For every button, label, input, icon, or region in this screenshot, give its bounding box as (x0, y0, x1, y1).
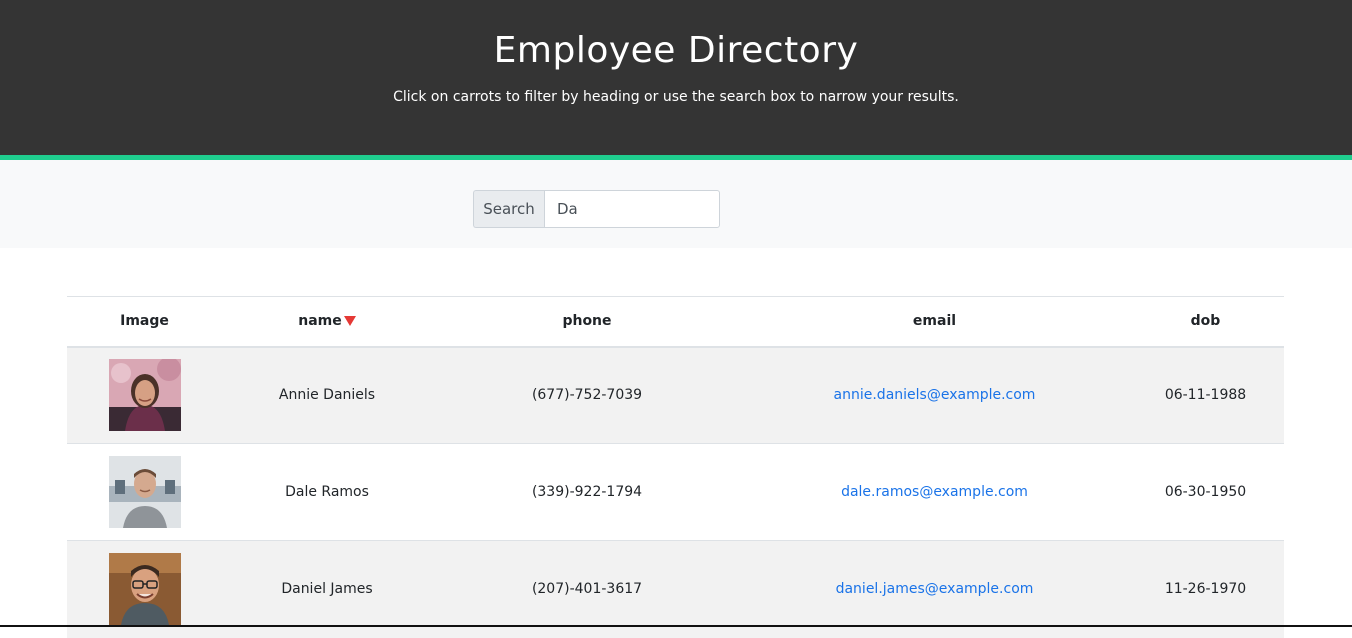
sort-caret-down-icon[interactable] (343, 316, 356, 327)
column-header-name[interactable]: name (222, 296, 432, 348)
search-bar: Search (0, 160, 1352, 248)
search-label: Search (473, 190, 544, 228)
email-link[interactable]: daniel.james@example.com (836, 581, 1034, 597)
image-cell (67, 540, 222, 638)
table-row: Dale Ramos (339)-922-1794 dale.ramos@exa… (67, 443, 1284, 541)
avatar (108, 359, 181, 432)
page-header: Employee Directory Click on carrots to f… (0, 0, 1352, 155)
email-link[interactable]: annie.daniels@example.com (834, 387, 1036, 403)
search-input[interactable] (544, 190, 720, 228)
employee-table-container: Image name phone email dob Annie Daniels… (67, 296, 1284, 638)
email-cell: dale.ramos@example.com (742, 443, 1127, 541)
dob-cell: 11-26-1970 (1127, 540, 1284, 638)
table-row: Annie Daniels (677)-752-7039 annie.danie… (67, 346, 1284, 444)
table-row: Daniel James (207)-401-3617 daniel.james… (67, 540, 1284, 638)
name-cell: Daniel James (222, 540, 432, 638)
dob-cell: 06-30-1950 (1127, 443, 1284, 541)
phone-cell: (207)-401-3617 (432, 540, 742, 638)
email-cell: annie.daniels@example.com (742, 346, 1127, 444)
name-cell: Dale Ramos (222, 443, 432, 541)
page-subtitle: Click on carrots to filter by heading or… (393, 89, 959, 105)
phone-cell: (677)-752-7039 (432, 346, 742, 444)
image-cell (67, 443, 222, 541)
column-header-name-label[interactable]: name (298, 313, 342, 329)
avatar (108, 553, 181, 626)
phone-cell: (339)-922-1794 (432, 443, 742, 541)
name-cell: Annie Daniels (222, 346, 432, 444)
search-group: Search (473, 190, 720, 228)
page-title: Employee Directory (493, 30, 859, 71)
dob-cell: 06-11-1988 (1127, 346, 1284, 444)
email-link[interactable]: dale.ramos@example.com (841, 484, 1028, 500)
column-header-phone[interactable]: phone (432, 296, 742, 348)
column-header-image: Image (67, 296, 222, 348)
table-header-row: Image name phone email dob (67, 296, 1284, 348)
employee-table: Image name phone email dob Annie Daniels… (67, 296, 1284, 638)
image-cell (67, 346, 222, 444)
column-header-dob[interactable]: dob (1127, 296, 1284, 348)
column-header-email[interactable]: email (742, 296, 1127, 348)
email-cell: daniel.james@example.com (742, 540, 1127, 638)
avatar (108, 456, 181, 528)
